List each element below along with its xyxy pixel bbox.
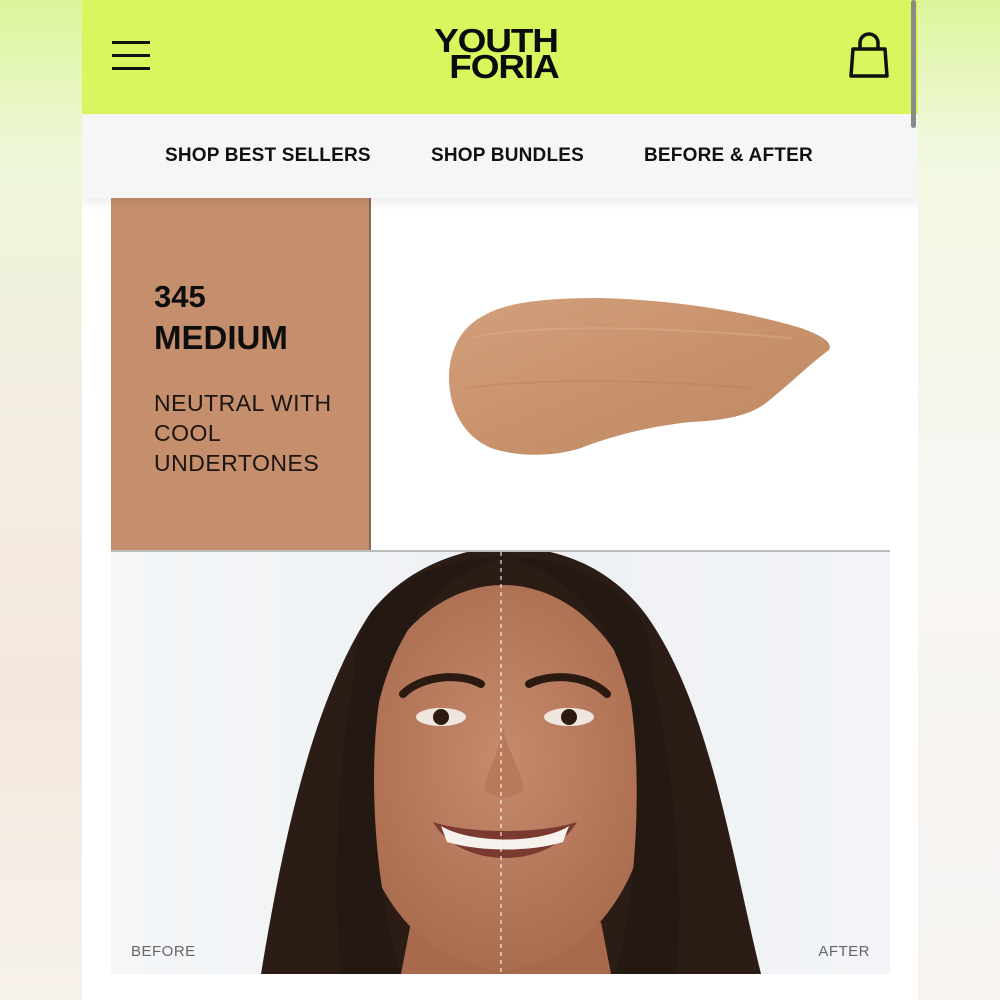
nav-shop-best-sellers[interactable]: SHOP BEST SELLERS — [165, 145, 371, 167]
model-face-image — [261, 552, 761, 974]
background-left — [0, 0, 82, 1000]
main-nav: SHOP BEST SELLERS SHOP BUNDLES BEFORE & … — [82, 114, 918, 198]
shade-number: 345 — [154, 279, 206, 314]
nav-shop-bundles[interactable]: SHOP BUNDLES — [431, 145, 584, 167]
nav-before-after[interactable]: BEFORE & AFTER — [644, 145, 813, 167]
after-label: AFTER — [818, 943, 870, 960]
logo-line-2: FORIA — [449, 48, 560, 85]
page-bottom-space — [82, 974, 918, 1000]
before-after-photo: BEFORE AFTER — [111, 552, 890, 974]
mobile-page[interactable]: YOUTH FORIA SHOP BEST SELLERS SHOP BUNDL… — [82, 0, 918, 1000]
shade-name: MEDIUM — [154, 319, 288, 356]
before-label: BEFORE — [131, 943, 196, 960]
shade-description: NEUTRAL WITH COOL UNDERTONES — [154, 390, 332, 476]
shade-swatch-area — [371, 198, 890, 552]
brand-logo[interactable]: YOUTH FORIA — [82, 24, 918, 85]
shopping-bag-icon[interactable] — [847, 32, 891, 80]
shade-swatch-smear — [449, 298, 830, 455]
site-header: YOUTH FORIA — [82, 0, 918, 114]
scrollbar[interactable] — [911, 0, 916, 128]
shade-info-card: 345 MEDIUM NEUTRAL WITH COOL UNDERTONES — [111, 198, 371, 552]
background-right — [918, 0, 1000, 1000]
